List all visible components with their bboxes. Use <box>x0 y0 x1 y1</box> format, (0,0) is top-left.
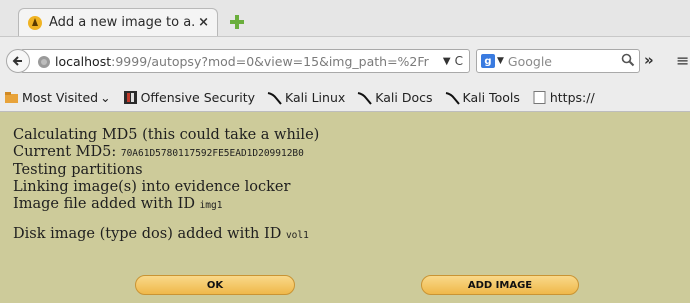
md5-value: 70A61D5780117592FE5EAD1D209912B0 <box>120 148 304 159</box>
toolbar-overflow-icon[interactable]: » <box>644 51 654 69</box>
image-id-value: img1 <box>199 200 223 211</box>
bookmark-label: Offensive Security <box>140 90 256 105</box>
status-log: Calculating MD5 (this could take a while… <box>13 127 319 244</box>
bookmark-kali-docs[interactable]: Kali Docs <box>357 90 433 105</box>
tab-title: Add a new image to a... <box>49 15 195 30</box>
chevron-down-icon: ⌄ <box>100 90 111 105</box>
browser-tab[interactable]: Add a new image to a... × <box>18 8 218 36</box>
bookmark-kali-tools[interactable]: Kali Tools <box>445 90 520 105</box>
folder-icon <box>4 90 19 105</box>
bookmark-label: Kali Docs <box>375 90 433 105</box>
search-bar[interactable]: g ▼ Google <box>476 49 640 73</box>
reload-icon[interactable]: C <box>455 54 463 68</box>
globe-icon <box>37 54 51 68</box>
back-arrow-icon <box>12 56 22 66</box>
url-host: localhost <box>55 53 112 69</box>
bookmark-most-visited[interactable]: Most Visited ⌄ <box>4 90 111 105</box>
close-tab-icon[interactable]: × <box>198 15 209 30</box>
tab-bar: Add a new image to a... × <box>0 0 690 36</box>
bookmark-https[interactable]: https:// <box>532 90 595 105</box>
bookmark-kali-linux[interactable]: Kali Linux <box>267 90 345 105</box>
md5-label: Current MD5: <box>13 144 121 160</box>
volume-id-value: vol1 <box>285 230 309 241</box>
blank-page-icon <box>532 90 547 105</box>
url-bar[interactable]: localhost :9999/autopsy?mod=0&view=15&im… <box>20 49 470 73</box>
ok-button[interactable]: OK <box>135 275 295 295</box>
bookmark-label: https:// <box>549 90 595 105</box>
magnifier-icon[interactable] <box>621 52 635 71</box>
autopsy-favicon-icon <box>27 15 43 31</box>
log-line-disk-added: Disk image (type dos) added with ID vol1 <box>13 226 319 244</box>
add-image-button[interactable]: ADD IMAGE <box>421 275 579 295</box>
bookmark-label: Kali Tools <box>462 90 520 105</box>
disk-added-label: Disk image (type dos) added with ID <box>13 226 286 242</box>
kali-icon <box>267 90 282 105</box>
log-line-md5-calc: Calculating MD5 (this could take a while… <box>13 127 320 143</box>
search-engine-dropdown-icon[interactable]: ▼ <box>497 56 504 66</box>
bookmark-label: Kali Linux <box>285 90 346 105</box>
url-history-dropdown-icon[interactable]: ▼ <box>443 56 451 67</box>
log-line-image-added: Image file added with ID img1 <box>13 196 319 214</box>
log-line-current-md5: Current MD5: 70A61D5780117592FE5EAD1D209… <box>13 144 319 162</box>
new-tab-plus-icon[interactable] <box>228 13 246 31</box>
url-path: :9999/autopsy?mod=0&view=15&img_path=%2F… <box>111 53 429 69</box>
google-search-engine-icon[interactable]: g <box>481 54 495 68</box>
log-line-linking: Linking image(s) into evidence locker <box>13 179 291 195</box>
navigation-bar: localhost :9999/autopsy?mod=0&view=15&im… <box>0 36 690 84</box>
offsec-icon <box>123 90 138 105</box>
bookmark-label: Most Visited <box>22 90 99 105</box>
back-button[interactable] <box>6 49 30 73</box>
autopsy-content-panel: Calculating MD5 (this could take a while… <box>0 112 690 303</box>
log-line-testing: Testing partitions <box>13 162 143 178</box>
search-input[interactable]: Google <box>508 54 621 69</box>
bookmarks-toolbar: Most Visited ⌄ Offensive Security Kali L… <box>0 84 690 112</box>
image-added-label: Image file added with ID <box>13 196 200 212</box>
hamburger-menu-icon[interactable]: ≡ <box>676 51 689 70</box>
kali-icon <box>445 90 460 105</box>
kali-icon <box>357 90 373 105</box>
bookmark-offensive-security[interactable]: Offensive Security <box>123 90 255 105</box>
